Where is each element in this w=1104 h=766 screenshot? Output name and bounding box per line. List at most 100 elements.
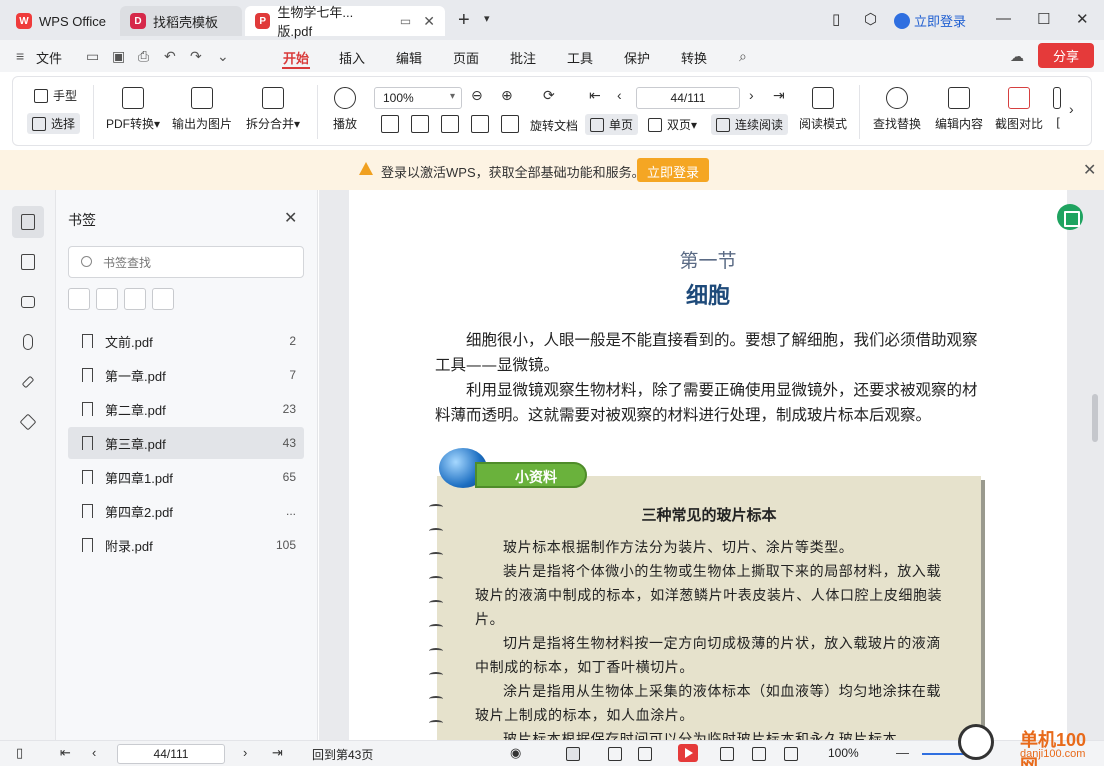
cube-icon[interactable]: ⬡	[864, 10, 877, 28]
file-menu[interactable]: 文件	[36, 48, 62, 67]
play-button[interactable]: 播放	[325, 87, 365, 132]
eye-icon[interactable]: ◉	[510, 745, 521, 761]
cloud-icon[interactable]: ☁	[1010, 48, 1024, 65]
rotate-right-icon[interactable]	[501, 115, 519, 133]
rotate-document-button[interactable]: 旋转文档	[525, 115, 583, 136]
bookmark-panel-toggle[interactable]	[12, 206, 44, 238]
truncated-button[interactable]: [	[1053, 87, 1063, 129]
tab-wps-office[interactable]: W WPS Office	[6, 6, 116, 36]
rotate-left-icon[interactable]	[471, 115, 489, 133]
window-mode-icon[interactable]: ▭	[400, 14, 411, 28]
document-viewport[interactable]: 第一节 细胞 细胞很小，人眼一般是不能直接看到的。要想了解细胞，我们必须借助观察…	[319, 190, 1104, 740]
zoom-in-icon[interactable]: ⊕	[501, 87, 513, 104]
signature-panel-toggle[interactable]	[12, 366, 44, 398]
hand-tool-button[interactable]: 手型	[29, 85, 82, 106]
pdf-convert-button[interactable]: PDF转换▾	[101, 87, 165, 132]
menu-tab-edit[interactable]: 编辑	[396, 48, 422, 67]
menu-tab-page[interactable]: 页面	[453, 48, 479, 67]
thumbnail-panel-toggle[interactable]	[12, 246, 44, 278]
open-folder-icon[interactable]: ▭	[86, 48, 99, 65]
bookmark-search-input[interactable]	[103, 253, 293, 273]
comment-panel-toggle[interactable]	[12, 286, 44, 318]
menu-tab-annotate[interactable]: 批注	[510, 48, 536, 67]
notice-login-button[interactable]: 立即登录	[637, 158, 709, 182]
bookmark-item[interactable]: 第四章1.pdf 65	[68, 461, 304, 493]
spreadsheet-icon[interactable]	[1057, 204, 1083, 230]
zoom-select[interactable]: 100% ▾	[374, 87, 462, 109]
last-page-icon[interactable]: ⇥	[773, 87, 785, 104]
split-merge-button[interactable]: 拆分合并▾	[241, 87, 305, 132]
minimize-icon[interactable]: —	[996, 10, 1011, 27]
edit-content-button[interactable]: 编辑内容	[931, 87, 987, 132]
status-page-input[interactable]: 44/111	[117, 744, 225, 764]
fit-page-icon[interactable]	[752, 747, 766, 761]
vertical-scrollbar[interactable]	[1092, 394, 1098, 442]
print-icon[interactable]: ⎙	[138, 48, 149, 65]
menu-tab-start[interactable]: 开始	[283, 48, 309, 67]
menu-tab-tools[interactable]: 工具	[567, 48, 593, 67]
bookmark-flag-icon[interactable]	[152, 288, 174, 310]
more-chevron-icon[interactable]: ⌄	[217, 48, 229, 65]
redo-icon[interactable]: ↷	[190, 48, 202, 65]
double-page-button[interactable]: 双页 ▾	[643, 114, 702, 135]
rotate-icon[interactable]: ⟳	[543, 87, 555, 104]
layers-panel-toggle[interactable]	[12, 406, 44, 438]
share-button[interactable]: 分享	[1038, 43, 1094, 68]
zoom-out-icon[interactable]: ⊖	[471, 87, 483, 104]
tab-pdf-document[interactable]: P 生物学七年...版.pdf ▭ ✕	[245, 5, 445, 39]
read-mode-button[interactable]: 阅读模式	[795, 87, 851, 132]
tab-docer-templates[interactable]: D 找稻壳模板	[120, 6, 242, 36]
prev-page-icon[interactable]: ‹	[92, 745, 96, 760]
fit-width-icon[interactable]	[720, 747, 734, 761]
sidebar-toggle-icon[interactable]: ▯	[16, 745, 23, 761]
tab-list-chevron-icon[interactable]: ▾	[484, 12, 490, 25]
bookmark-item[interactable]: 第一章.pdf 7	[68, 359, 304, 391]
save-icon[interactable]: ▣	[112, 48, 125, 65]
single-page-button[interactable]: 单页	[585, 114, 639, 135]
first-page-icon[interactable]: ⇤	[60, 745, 71, 761]
actual-size-icon[interactable]	[381, 115, 399, 133]
close-notice-icon[interactable]: ✕	[1083, 160, 1096, 180]
hamburger-icon[interactable]: ≡	[16, 48, 24, 64]
continuous-view-icon[interactable]	[566, 747, 580, 761]
single-view-icon[interactable]	[608, 747, 622, 761]
fullscreen-icon[interactable]	[784, 747, 798, 761]
screenshot-compare-button[interactable]: 截图对比	[991, 87, 1047, 132]
menu-tab-insert[interactable]: 插入	[339, 48, 365, 67]
menu-tab-protect[interactable]: 保护	[624, 48, 650, 67]
find-replace-button[interactable]: 查找替换	[869, 87, 925, 132]
maximize-icon[interactable]: ☐	[1037, 10, 1050, 28]
fit-width-icon[interactable]	[441, 115, 459, 133]
close-panel-icon[interactable]: ✕	[284, 208, 297, 228]
bookmark-item[interactable]: 第二章.pdf 23	[68, 393, 304, 425]
collapse-all-icon[interactable]	[96, 288, 118, 310]
add-bookmark-icon[interactable]	[124, 288, 146, 310]
next-page-icon[interactable]: ›	[749, 87, 754, 103]
menu-tab-convert[interactable]: 转换	[681, 48, 707, 67]
prev-page-icon[interactable]: ‹	[617, 87, 622, 103]
last-page-icon[interactable]: ⇥	[272, 745, 283, 761]
play-slideshow-icon[interactable]	[678, 744, 698, 762]
ribbon-scroll-right-icon[interactable]: ›	[1069, 101, 1074, 117]
expand-all-icon[interactable]	[68, 288, 90, 310]
new-tab-icon[interactable]: +	[458, 9, 470, 32]
bookmark-item[interactable]: 附录.pdf 105	[68, 529, 304, 561]
bookmark-item[interactable]: 第四章2.pdf ...	[68, 495, 304, 527]
goto-page-link[interactable]: 回到第43页	[312, 746, 373, 763]
search-icon[interactable]: ⌕	[739, 48, 747, 65]
double-view-icon[interactable]	[638, 747, 652, 761]
close-window-icon[interactable]: ✕	[1076, 10, 1089, 28]
page-number-input[interactable]: 44/111	[636, 87, 740, 109]
bookmark-item[interactable]: 文前.pdf 2	[68, 325, 304, 357]
login-link[interactable]: 立即登录	[894, 11, 966, 30]
bookmark-item-selected[interactable]: 第三章.pdf 43	[68, 427, 304, 459]
zoom-out-icon[interactable]: —	[896, 745, 909, 760]
first-page-icon[interactable]: ⇤	[589, 87, 601, 104]
select-tool-button[interactable]: 选择	[27, 113, 81, 134]
sidebar-toggle-icon[interactable]: ▯	[832, 10, 840, 28]
close-tab-icon[interactable]: ✕	[423, 13, 435, 30]
status-zoom[interactable]: 100%	[828, 746, 859, 760]
export-image-button[interactable]: 输出为图片	[169, 87, 235, 132]
attachment-panel-toggle[interactable]	[12, 326, 44, 358]
fit-page-icon[interactable]	[411, 115, 429, 133]
